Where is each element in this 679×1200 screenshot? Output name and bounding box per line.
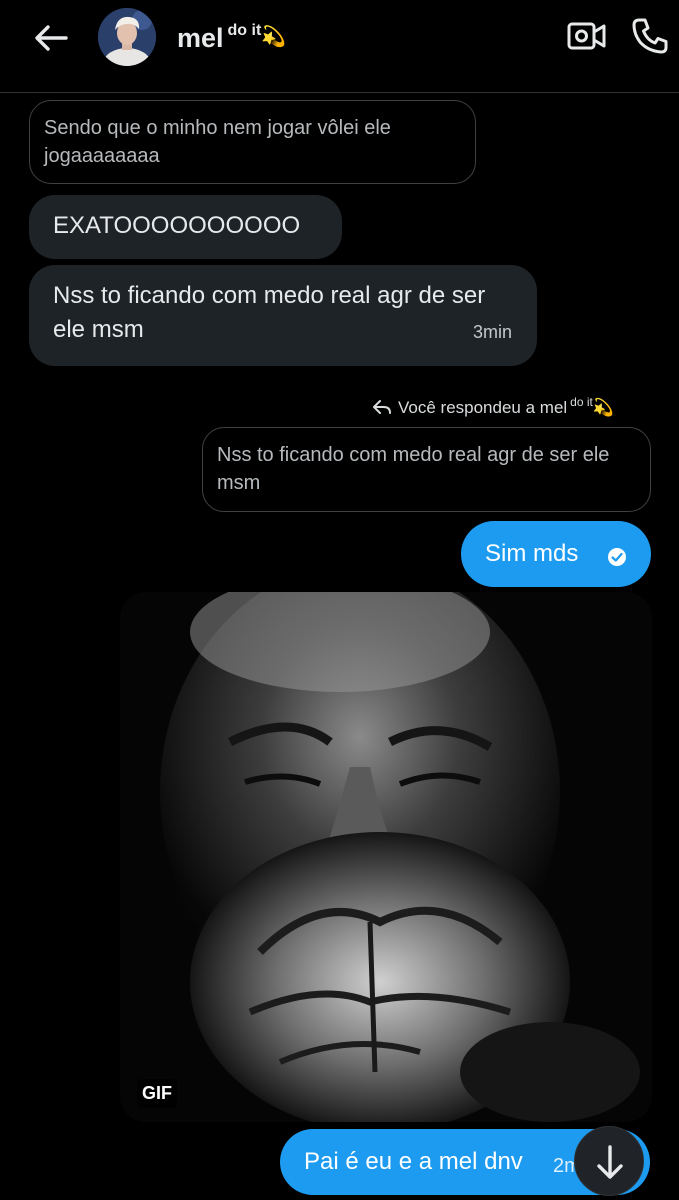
- scroll-to-bottom-button[interactable]: [574, 1126, 644, 1196]
- back-button[interactable]: [30, 20, 70, 56]
- dm-conversation-screen: mel do it💫 Sendo que o minho nem jogar vô…: [0, 0, 679, 1200]
- conversation-header: mel do it💫: [0, 0, 679, 93]
- outgoing-message[interactable]: Sim mds: [461, 521, 651, 587]
- seen-check-icon: [608, 548, 626, 566]
- contact-avatar[interactable]: [98, 8, 156, 66]
- arrow-left-icon: [35, 25, 68, 51]
- arrow-down-icon: [597, 1145, 623, 1179]
- gif-badge: GIF: [137, 1079, 177, 1108]
- video-call-button[interactable]: [566, 18, 608, 54]
- reply-icon: [373, 400, 391, 414]
- contact-name-suffix: do it: [227, 22, 262, 39]
- voice-call-button[interactable]: [630, 16, 670, 56]
- contact-name[interactable]: mel do it💫: [177, 22, 286, 54]
- reply-indicator: Você respondeu a mel do it💫: [372, 395, 662, 423]
- gif-image: [120, 592, 652, 1122]
- quoted-reply-message[interactable]: Nss to ficando com medo real agr de ser …: [202, 427, 651, 512]
- reply-name-suffix: do it: [570, 395, 593, 409]
- quoted-incoming-message[interactable]: Sendo que o minho nem jogar vôlei ele jo…: [29, 100, 476, 184]
- video-call-icon: [567, 22, 606, 50]
- incoming-message[interactable]: EXATOOOOOOOOOO: [29, 195, 342, 259]
- message-text: Pai é eu e a mel dnv: [304, 1148, 523, 1175]
- dizzy-emoji: 💫: [592, 398, 615, 417]
- contact-name-text: mel: [177, 23, 224, 53]
- incoming-message[interactable]: Nss to ficando com medo real agr de ser …: [29, 265, 537, 366]
- message-time: 3min: [472, 322, 512, 342]
- phone-icon: [632, 18, 668, 54]
- gif-message[interactable]: GIF: [120, 592, 652, 1122]
- dizzy-emoji: 💫: [261, 26, 287, 48]
- reply-indicator-text: Você respondeu a mel: [398, 398, 568, 417]
- message-text: Sim mds: [485, 540, 579, 567]
- message-text: Nss to ficando com medo real agr de ser …: [53, 282, 486, 343]
